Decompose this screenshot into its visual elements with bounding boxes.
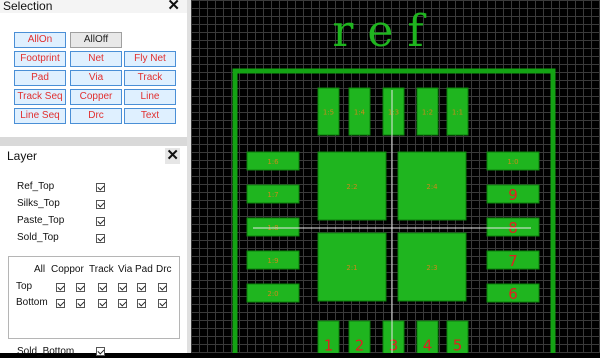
right-pad-5-label: 6 xyxy=(508,285,518,303)
selection-button-allon[interactable]: AllOn xyxy=(14,32,66,48)
layer-checkbox-sold-top[interactable] xyxy=(96,234,105,243)
layer-checkbox-ref-top[interactable] xyxy=(96,183,105,192)
selection-button-text[interactable]: Text xyxy=(124,108,176,124)
top-pad-1-label: 1:5 xyxy=(323,109,334,117)
row-label-top: Top xyxy=(16,281,33,292)
column-header-drc: Drc xyxy=(156,264,172,275)
bottom-pad-2-label: 2 xyxy=(355,337,365,354)
checkbox-top-via[interactable] xyxy=(118,283,127,292)
bottom-pad-4-label: 4 xyxy=(423,337,433,354)
left-pad-4-label: 1:9 xyxy=(267,257,278,265)
layer-title: Layer xyxy=(7,149,38,163)
left-pad-5-label: 2:0 xyxy=(267,290,278,298)
top-pad-5-label: 1:1 xyxy=(452,109,463,117)
selection-button-net[interactable]: Net xyxy=(70,51,122,67)
layer-checkbox-silks-top[interactable] xyxy=(96,200,105,209)
pcb-canvas[interactable]: ref 1:5 1:4 1:3 1:2 1:1 1:6 1:7 1:8 1:9 2:0 1:0 9 8 7… xyxy=(191,0,600,358)
top-pad-3-label: 1:3 xyxy=(388,109,399,117)
center-pad-1-label: 2:2 xyxy=(346,183,357,191)
selection-button-copper[interactable]: Copper xyxy=(70,89,122,105)
layer-label: Paste_Top xyxy=(17,215,65,226)
bottom-pad-1-label: 1 xyxy=(324,337,334,354)
layer-label: Ref_Top xyxy=(17,181,55,192)
column-header-coppor: Coppor xyxy=(51,264,84,275)
ref-designator: ref xyxy=(332,6,437,57)
checkbox-bottom-all[interactable] xyxy=(56,299,65,308)
top-pad-4-label: 1:2 xyxy=(422,109,433,117)
layer-row-sold-bottom: Sold_Bottom xyxy=(17,346,74,357)
center-pad-3-label: 2:1 xyxy=(346,264,357,272)
checkbox-top-drc[interactable] xyxy=(158,283,167,292)
selection-button-pad[interactable]: Pad xyxy=(14,70,66,86)
layer-label: Sold_Top xyxy=(17,232,59,243)
checkbox-top-track[interactable] xyxy=(98,283,107,292)
left-pad-2-label: 1:7 xyxy=(267,191,278,199)
layer-row-silks-top: Silks_Top xyxy=(17,198,60,209)
row-label-bottom: Bottom xyxy=(16,297,48,308)
sold-bottom-checkbox[interactable] xyxy=(96,347,105,356)
checkbox-bottom-via[interactable] xyxy=(118,299,127,308)
column-header-track: Track xyxy=(89,264,114,275)
checkbox-top-coppor[interactable] xyxy=(76,283,85,292)
layer-row-ref-top: Ref_Top xyxy=(17,181,54,192)
checkbox-bottom-track[interactable] xyxy=(98,299,107,308)
column-header-all: All xyxy=(34,264,46,275)
layer-row-sold-top: Sold_Top xyxy=(17,232,59,243)
center-pad-4-label: 2:3 xyxy=(426,264,437,272)
top-pad-2-label: 1:4 xyxy=(354,109,366,117)
right-pad-1-label: 1:0 xyxy=(507,158,518,166)
selection-button-track-seq[interactable]: Track Seq xyxy=(14,89,66,105)
selection-panel: Selection ✕ AllOn AllOff Footprint Net Fly N… xyxy=(0,0,188,137)
column-header-pad: Pad xyxy=(135,264,153,275)
right-pad-4-label: 7 xyxy=(508,252,518,270)
selection-title: Selection xyxy=(3,0,53,13)
layer-label: Silks_Top xyxy=(17,198,60,209)
layer-checkbox-paste-top[interactable] xyxy=(96,217,105,226)
selection-button-drc[interactable]: Drc xyxy=(70,108,122,124)
selection-close-icon[interactable]: ✕ xyxy=(167,0,180,14)
selection-button-via[interactable]: Via xyxy=(70,70,122,86)
layer-close-icon[interactable]: ✕ xyxy=(165,148,180,164)
checkbox-top-all[interactable] xyxy=(56,283,65,292)
selection-button-line-seq[interactable]: Line Seq xyxy=(14,108,66,124)
layer-header: Layer ✕ xyxy=(0,146,187,166)
bottom-pad-5-label: 5 xyxy=(453,337,463,354)
selection-button-footprint[interactable]: Footprint xyxy=(14,51,66,67)
selection-button-alloff[interactable]: AllOff xyxy=(70,32,122,48)
layer-label: Sold_Bottom xyxy=(17,346,75,357)
bottom-pad-3-label: 3 xyxy=(389,337,399,354)
panel-divider xyxy=(0,137,187,146)
left-pad-1-label: 1:6 xyxy=(267,158,279,166)
selection-header: Selection ✕ xyxy=(0,0,187,14)
checkbox-bottom-coppor[interactable] xyxy=(76,299,85,308)
checkbox-bottom-pad[interactable] xyxy=(137,299,146,308)
layer-row-paste-top: Paste_Top xyxy=(17,215,64,226)
center-pad-2-label: 2:4 xyxy=(426,183,438,191)
selection-button-track[interactable]: Track xyxy=(124,70,176,86)
selection-button-line[interactable]: Line xyxy=(124,89,176,105)
selection-button-fly-net[interactable]: Fly Net xyxy=(124,51,176,67)
right-pad-2-label: 9 xyxy=(508,186,518,204)
checkbox-bottom-drc[interactable] xyxy=(158,299,167,308)
pcb-svg: ref 1:5 1:4 1:3 1:2 1:11:61:71:81:92:01:0987… xyxy=(232,6,556,358)
checkbox-top-pad[interactable] xyxy=(137,283,146,292)
column-header-via: Via xyxy=(118,264,133,275)
